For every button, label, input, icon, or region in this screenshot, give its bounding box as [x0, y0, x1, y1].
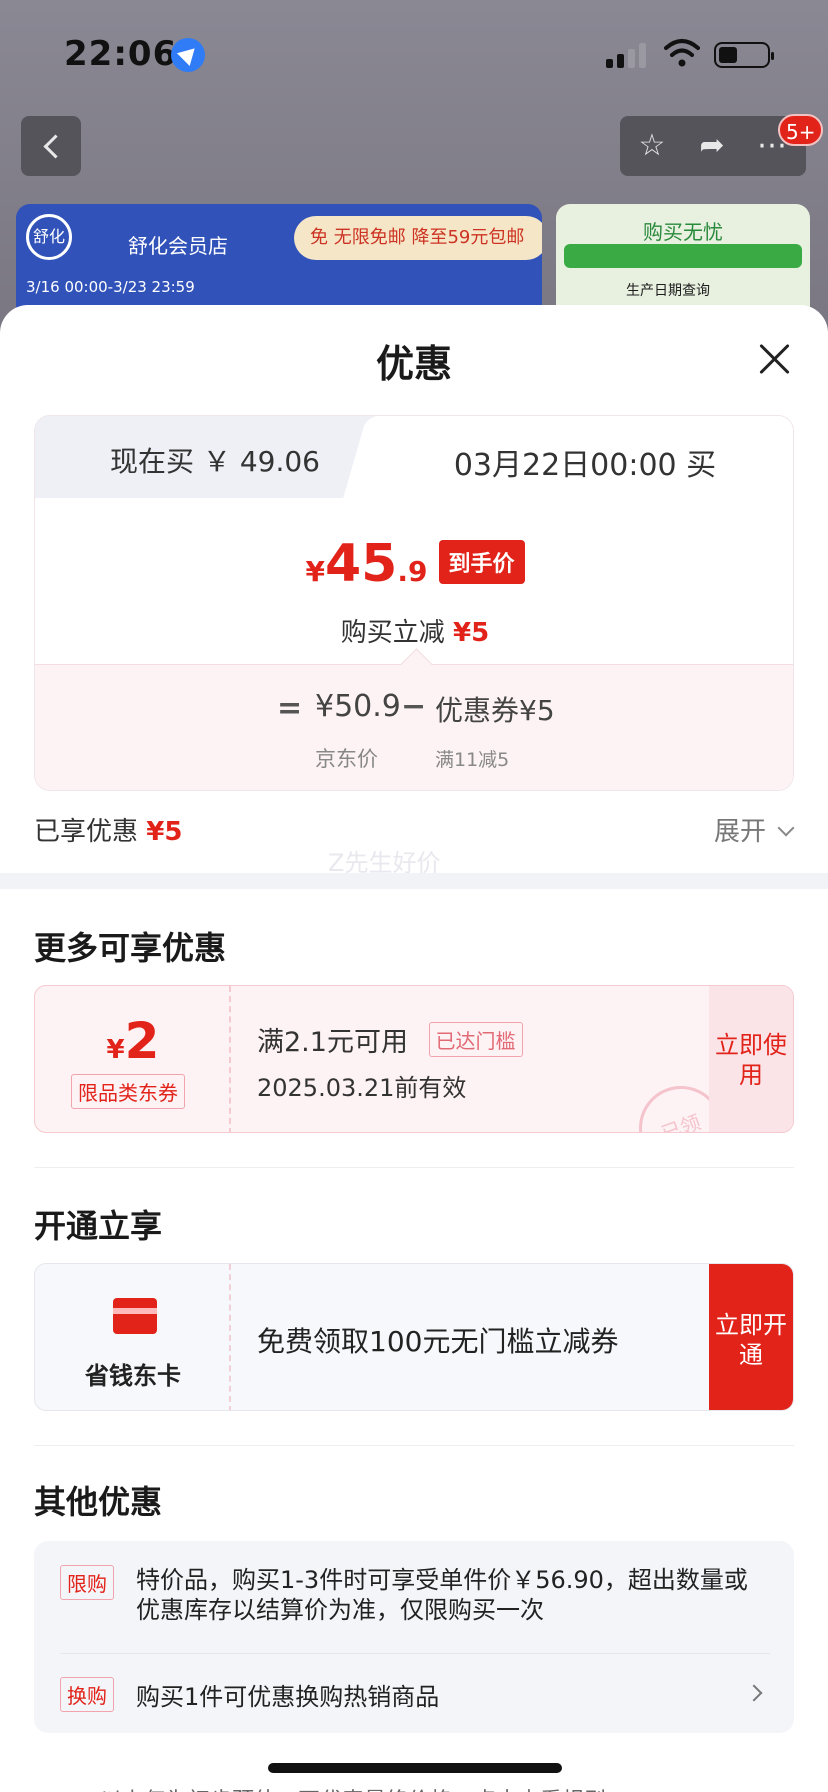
purchase-limit-text: 特价品，购买1-3件时可享受单件价￥56.90，超出数量或优惠库存以结算价为准，…	[136, 1566, 748, 1624]
enjoyed-discount: 已享优惠 ¥5	[34, 811, 182, 848]
other-offers-title: 其他优惠	[34, 1483, 163, 1521]
instant-discount-label: 购买立减	[340, 618, 445, 648]
activate-offers-title: 开通立享	[34, 1207, 163, 1245]
expand-button[interactable]: 展开	[713, 811, 795, 848]
final-price-integer: 45	[324, 534, 398, 594]
chevron-down-icon	[777, 819, 795, 837]
calc-coupon-value: 优惠券¥5	[435, 694, 555, 727]
purchase-limit-tag: 限购	[60, 1565, 114, 1600]
activate-button[interactable]: 立即开通	[709, 1264, 793, 1410]
store-logo: 舒化	[26, 214, 72, 260]
coupon-currency: ¥	[106, 1035, 125, 1065]
price-calculation: = ¥50.9 − 优惠券¥5 京东价 满11减5	[35, 664, 793, 790]
instant-discount-value: ¥5	[453, 618, 490, 648]
card-offer-left: 省钱东卡	[35, 1264, 231, 1410]
coupon-type: 限品类东券	[71, 1074, 185, 1109]
final-price-decimal: .9	[397, 555, 428, 588]
battery-icon	[714, 42, 774, 68]
sheet-title: 优惠	[375, 342, 452, 386]
close-icon[interactable]	[756, 341, 792, 377]
final-price-tag: 到手价	[438, 540, 525, 584]
calc-base-price: ¥50.9	[315, 689, 401, 724]
coupon-amount-value: 2	[124, 1012, 160, 1070]
coupon-left: ¥2 限品类东券	[35, 986, 231, 1132]
promo-pill: 免 无限免邮 降至59元包邮	[294, 216, 542, 260]
expand-label: 展开	[713, 817, 766, 847]
calc-base-label: 京东价	[315, 747, 378, 771]
section-divider	[0, 873, 828, 889]
wifi-icon	[664, 39, 700, 67]
use-coupon-button[interactable]: 立即使用	[709, 986, 793, 1132]
status-bar: 22:06	[0, 0, 828, 110]
coupon-condition-row: 满2.1元可用 已达门槛	[257, 1020, 523, 1059]
tab-buy-now[interactable]: 现在买 ￥ 49.06	[35, 416, 395, 498]
money-saving-card-offer: 省钱东卡 免费领取100元无门槛立减券 立即开通	[34, 1263, 794, 1411]
calc-minus: −	[401, 689, 427, 724]
location-arrow-icon	[171, 38, 205, 72]
final-price: ¥45.9 到手价	[35, 534, 793, 594]
list-separator	[60, 1653, 770, 1654]
coupon-card: ¥2 限品类东券 满2.1元可用 已达门槛 2025.03.21前有效 已领 立…	[34, 985, 794, 1133]
promo-date-range: 3/16 00:00-3/23 23:59	[26, 278, 195, 296]
other-offers-list: 限购 特价品，购买1-3件时可享受单件价￥56.90，超出数量或优惠库存以结算价…	[34, 1541, 794, 1733]
green-bar	[564, 244, 802, 268]
tab-buy-later-label: 03月22日00:00 买	[453, 448, 717, 483]
instant-discount: 购买立减 ¥5	[35, 612, 793, 649]
tab-buy-later[interactable]: 03月22日00:00 买	[375, 416, 793, 498]
chevron-right-icon[interactable]	[745, 1684, 763, 1702]
coupon-status-flag: 已达门槛	[428, 1022, 523, 1057]
share-icon[interactable]: ➦	[692, 126, 732, 166]
coupon-amount: ¥2	[35, 1012, 231, 1070]
enjoyed-discount-label: 已享优惠	[34, 817, 139, 847]
home-indicator[interactable]	[268, 1763, 562, 1773]
promo-free: 免 无限免邮	[310, 227, 406, 248]
calc-coupon-label: 满11减5	[435, 749, 510, 771]
worry-free-title: 购买无忧	[643, 220, 723, 244]
tab-buy-now-label: 现在买 ￥ 49.06	[110, 445, 320, 478]
coupon-expiry: 2025.03.21前有效	[257, 1074, 467, 1102]
card-name: 省钱东卡	[85, 1362, 181, 1390]
enjoyed-discount-value: ¥5	[146, 817, 183, 847]
promo-discount: 降至59元包邮	[411, 227, 525, 248]
divider-line	[34, 1445, 794, 1446]
status-time: 22:06	[64, 34, 178, 74]
discount-bottom-sheet: 优惠 现在买 ￥ 49.06 03月22日00:00 买 ¥45.9 到手价 购…	[0, 305, 828, 1792]
back-button[interactable]	[21, 116, 81, 176]
trade-in-tag: 换购	[60, 1677, 114, 1712]
store-name: 舒化会员店	[128, 234, 228, 258]
card-offer-description: 免费领取100元无门槛立减券	[257, 1325, 619, 1358]
footer-note[interactable]: 以上仅为初步预估，不代表最终价格，点击查看规则	[100, 1783, 606, 1792]
star-icon[interactable]: ☆	[632, 126, 672, 166]
list-item[interactable]: 换购	[60, 1677, 114, 1712]
coupon-condition: 满2.1元可用	[257, 1027, 408, 1058]
divider-line	[34, 1167, 794, 1168]
price-card: 现在买 ￥ 49.06 03月22日00:00 买 ¥45.9 到手价 购买立减…	[34, 415, 794, 791]
production-date-query: 生产日期查询	[626, 283, 710, 299]
final-price-currency: ¥	[305, 555, 325, 588]
trade-in-text[interactable]: 购买1件可优惠换购热销商品	[136, 1677, 439, 1712]
more-offers-title: 更多可享优惠	[34, 929, 227, 967]
notification-badge: 5+	[778, 114, 824, 146]
credit-card-icon	[113, 1298, 157, 1334]
cellular-signal-icon	[606, 42, 648, 68]
calc-equals: =	[277, 691, 303, 726]
